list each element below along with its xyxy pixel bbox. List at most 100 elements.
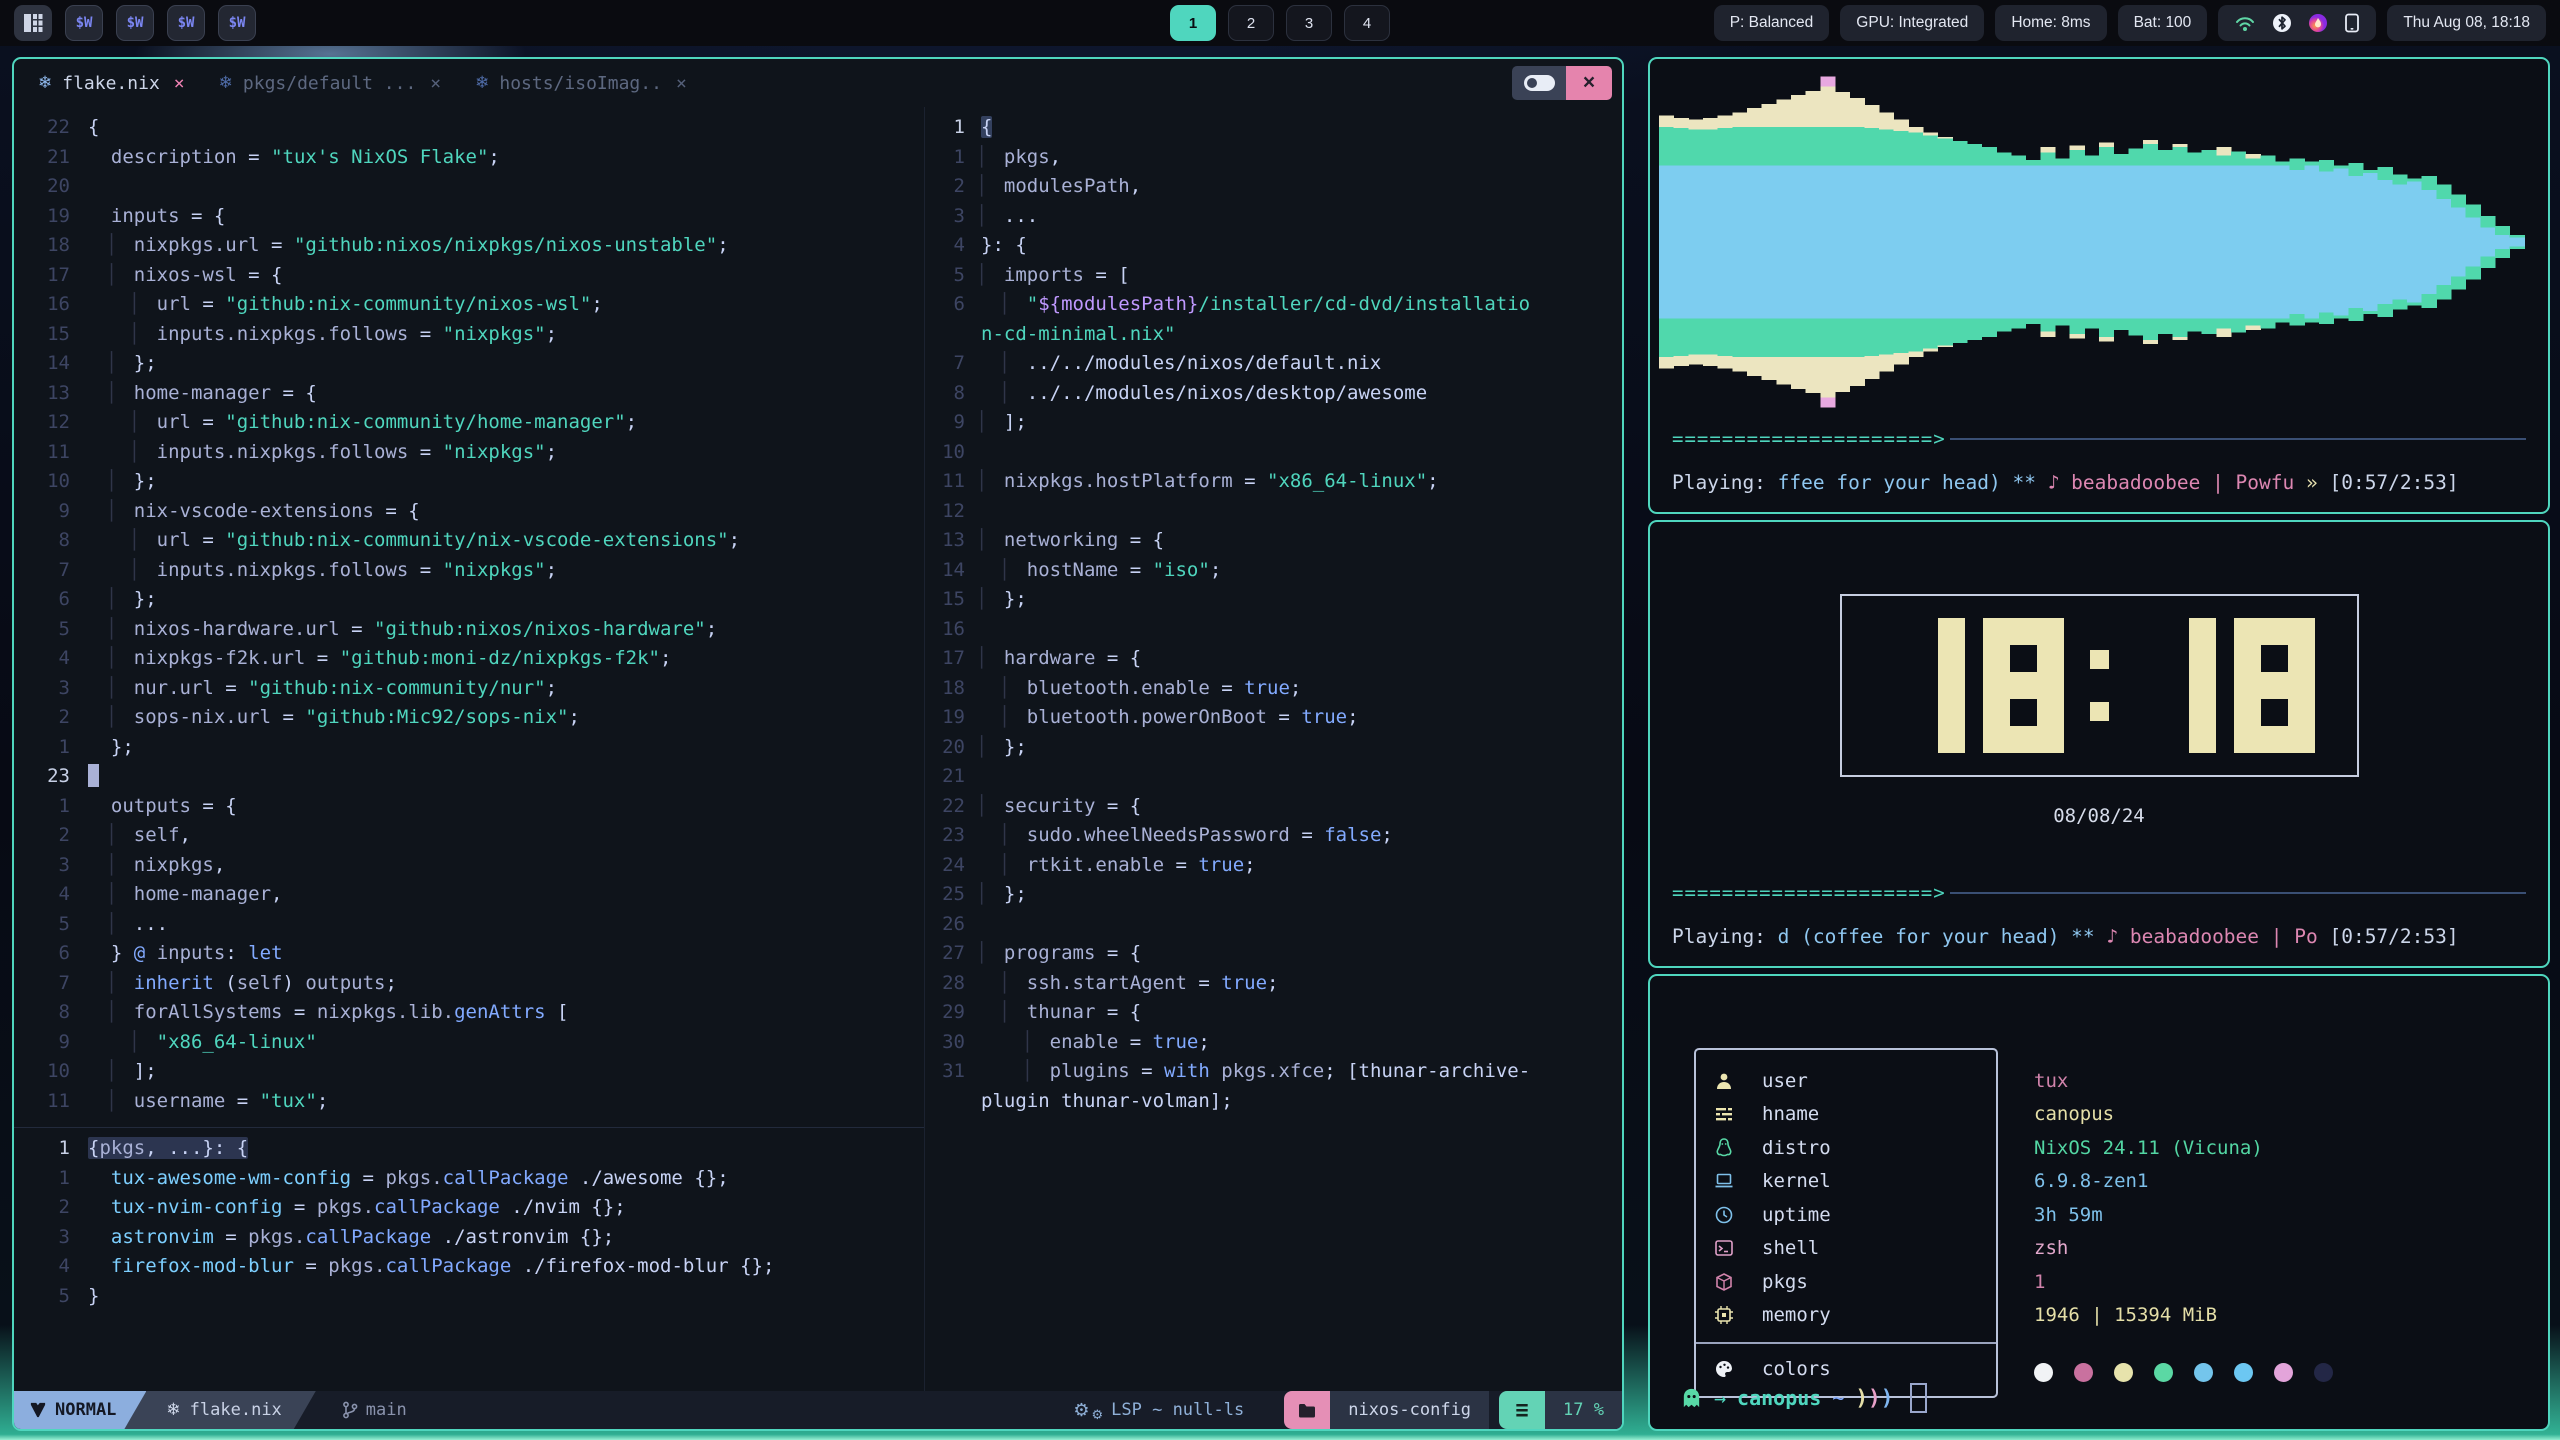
code-line: 25▏ }; (925, 880, 1622, 910)
line-number: 7 (925, 349, 981, 379)
code-line: 2▏ modulesPath, (925, 172, 1622, 202)
code-line: 5 ▏ ... (14, 910, 924, 940)
terminal-fetch[interactable]: userhnamedistrokerneluptimeshellpkgsmemo… (1648, 974, 2550, 1431)
fetch-row: memory (1696, 1299, 1996, 1333)
nightlight-icon[interactable] (2308, 13, 2328, 33)
line-text: ▏ }; (88, 585, 924, 615)
window-close-button[interactable]: × (1566, 66, 1612, 100)
tag-1[interactable]: 1 (1170, 5, 1216, 41)
line-number: 27 (925, 939, 981, 969)
fetch-row: kernel (1696, 1165, 1996, 1199)
ghost-icon (1680, 1387, 1703, 1410)
terminal-visualizer[interactable]: =====================> Playing: ffee for… (1648, 57, 2550, 514)
line-text: ▏ plugins = with pkgs.xfce; [thunar-arch… (981, 1057, 1622, 1087)
taskbar-item-1[interactable]: $W (65, 5, 103, 41)
terminal-clock[interactable]: 08/08/24 =====================> Playing:… (1648, 520, 2550, 968)
statusline-file[interactable]: ❄ flake.nix (124, 1391, 315, 1429)
code-line: 16 ▏ url = "github:nix-community/nixos-w… (14, 290, 924, 320)
taskbar-item-2[interactable]: $W (116, 5, 154, 41)
tag-3[interactable]: 3 (1286, 5, 1332, 41)
fetch-spacer (2034, 1332, 2333, 1352)
tag-2[interactable]: 2 (1228, 5, 1274, 41)
distro-icon (1714, 1138, 1758, 1158)
mode-indicator: NORMAL (14, 1391, 146, 1429)
line-number: 16 (14, 290, 88, 320)
gpu-label: GPU: Integrated (1856, 14, 1968, 32)
editor-pane-pkgs[interactable]: 1{pkgs, ...}: {1 tux-awesome-wm-config =… (14, 1128, 924, 1391)
line-text: ▏ }; (981, 585, 1622, 615)
fetch-row: user (1696, 1064, 1996, 1098)
line-number: 3 (14, 851, 88, 881)
line-number: 12 (14, 408, 88, 438)
tab-pkgs-default[interactable]: ❄ pkgs/default ... × (219, 73, 441, 94)
vim-icon (30, 1402, 46, 1418)
color-dot (2154, 1363, 2173, 1382)
network-icon[interactable] (2234, 13, 2256, 33)
code-line: 7 ▏ inherit (self) outputs; (14, 969, 924, 999)
line-number: 4 (14, 1252, 88, 1282)
editor-pane-iso[interactable]: 1{1▏ pkgs,2▏ modulesPath,3▏ ...4}: {5▏ i… (925, 107, 1622, 1391)
tab-hosts-isoimage[interactable]: ❄ hosts/isoImag.. × (475, 73, 687, 94)
line-number: 11 (14, 438, 88, 468)
tab-close-icon[interactable]: × (426, 73, 441, 94)
line-number: 14 (925, 556, 981, 586)
line-text: {pkgs, ...}: { (88, 1134, 924, 1164)
taskbar-item-4[interactable]: $W (218, 5, 256, 41)
line-number: 2 (14, 703, 88, 733)
neovim-window[interactable]: ❄ flake.nix × ❄ pkgs/default ... × ❄ hos… (12, 57, 1624, 1431)
now-playing-line: Playing: ffee for your head) ** ♪ beabad… (1672, 471, 2532, 494)
line-text: tux-nvim-config = pkgs.callPackage ./nvi… (88, 1193, 924, 1223)
code-line: 30 ▏ enable = true; (925, 1028, 1622, 1058)
code-line: 17▏ hardware = { (925, 644, 1622, 674)
tab-flake-nix[interactable]: ❄ flake.nix × (38, 73, 185, 94)
nix-snowflake-icon: ❄ (38, 73, 52, 93)
line-number: 8 (925, 379, 981, 409)
code-line: 4 ▏ nixpkgs-f2k.url = "github:moni-dz/ni… (14, 644, 924, 674)
line-text: ▏ rtkit.enable = true; (981, 851, 1622, 881)
code-line: 6 ▏ "${modulesPath}/installer/cd-dvd/ins… (925, 290, 1622, 320)
code-line: 9 ▏ nix-vscode-extensions = { (14, 497, 924, 527)
code-line: 3 ▏ nixpkgs, (14, 851, 924, 881)
line-number: 5 (14, 615, 88, 645)
line-number: 15 (925, 585, 981, 615)
tab-close-icon[interactable]: × (170, 73, 185, 94)
code-line: 6 ▏ }; (14, 585, 924, 615)
tab-close-icon[interactable]: × (672, 73, 687, 94)
line-number (925, 320, 981, 350)
git-branch[interactable]: main (316, 1391, 407, 1429)
clock-date: 08/08/24 (1650, 805, 2548, 827)
tablet-icon[interactable] (2344, 13, 2360, 33)
line-text: ▏ nur.url = "github:nix-community/nur"; (88, 674, 924, 704)
editor-pane-flake[interactable]: 22{21 description = "tux's NixOS Flake";… (14, 107, 924, 1127)
scroll-chip[interactable]: ≡ 17 % (1499, 1391, 1622, 1429)
line-number: 1 (14, 1134, 88, 1164)
code-line: 1 tux-awesome-wm-config = pkgs.callPacka… (14, 1164, 924, 1194)
line-number: 1 (14, 1164, 88, 1194)
line-text: ▏ bluetooth.enable = true; (981, 674, 1622, 704)
line-text: ▏ ... (88, 910, 924, 940)
battery-label: Bat: 100 (2134, 14, 2192, 32)
bluetooth-icon[interactable] (2272, 13, 2292, 33)
ontop-toggle-button[interactable] (1512, 66, 1566, 100)
tab-label: pkgs/default ... (243, 73, 416, 94)
fetch-values: tuxcanopusNixOS 24.11 (Vicuna)6.9.8-zen1… (2034, 1048, 2333, 1398)
tile-grid-icon (23, 13, 43, 33)
line-number: 5 (14, 1282, 88, 1312)
line-text: ▏ programs = { (981, 939, 1622, 969)
line-text: { (88, 113, 924, 143)
clock-colon (2090, 618, 2109, 753)
clock-widget[interactable]: Thu Aug 08, 18:18 (2387, 5, 2546, 41)
line-text: ▏ ssh.startAgent = true; (981, 969, 1622, 999)
code-line: 4 ▏ home-manager, (14, 880, 924, 910)
line-text: ▏ inputs.nixpkgs.follows = "nixpkgs"; (88, 556, 924, 586)
color-dot (2074, 1363, 2093, 1382)
project-chip[interactable]: nixos-config (1284, 1391, 1489, 1429)
taskbar-item-3[interactable]: $W (167, 5, 205, 41)
layout-indicator-icon[interactable] (14, 5, 52, 41)
shell-prompt[interactable]: → canopus ~ ))) (1680, 1383, 1927, 1413)
line-number: 11 (925, 467, 981, 497)
user-icon (1714, 1071, 1758, 1091)
tag-4[interactable]: 4 (1344, 5, 1390, 41)
line-number: 9 (925, 408, 981, 438)
line-text: astronvim = pkgs.callPackage ./astronvim… (88, 1223, 924, 1253)
